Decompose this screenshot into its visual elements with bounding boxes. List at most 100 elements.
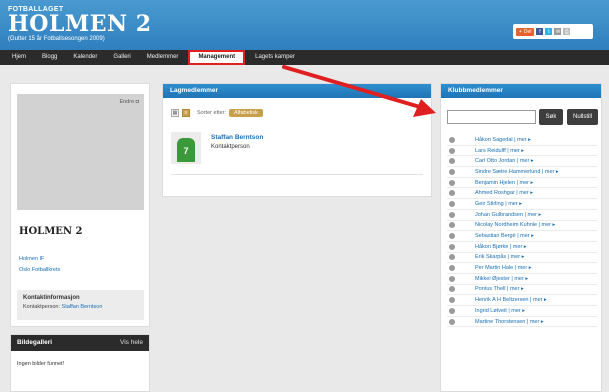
member-name-link[interactable]: Staffan Berntson: [211, 134, 263, 141]
club-member-link[interactable]: Ahmed Roshgar | mer ▸: [475, 190, 533, 196]
member-bullet-icon: [449, 297, 455, 304]
contact-info-box: Kontaktinformasjon Kontaktperson: Staffa…: [17, 290, 144, 320]
club-member-list: Håkon Sagedal | mer ▸ Lars Reidulff | me…: [447, 135, 597, 328]
list-item: Pontus Thell | mer ▸: [447, 285, 597, 296]
club-member-link[interactable]: Håkon Bjørke | mer ▸: [475, 244, 527, 250]
member-bullet-icon: [449, 243, 455, 250]
nav-item-lagets-kamper[interactable]: Lagets kamper: [247, 50, 303, 65]
member-bullet-icon: [449, 136, 455, 143]
list-item: Erik Skarpås | mer ▸: [447, 253, 597, 264]
share-button[interactable]: + Del: [516, 27, 535, 36]
list-item: Sebastian Bergé | mer ▸: [447, 231, 597, 242]
member-bullet-icon: [449, 265, 455, 272]
club-member-link[interactable]: Nicolay Nordheim Kuhnle | mer ▸: [475, 222, 555, 228]
contact-line: Kontaktperson: Staffan Berntson: [23, 304, 138, 310]
nav-item-management[interactable]: Management: [188, 50, 246, 65]
list-item: Per Martin Hale | mer ▸: [447, 263, 597, 274]
sort-alphabetical-button[interactable]: Alfabetisk: [229, 109, 263, 117]
club-member-link[interactable]: Mikkel Øjester | mer ▸: [475, 276, 528, 282]
member-bullet-icon: [449, 147, 455, 154]
member-search-input[interactable]: [447, 110, 536, 124]
member-bullet-icon: [449, 254, 455, 261]
list-item: Nicolay Nordheim Kuhnle | mer ▸: [447, 221, 597, 232]
list-item: Håkon Bjørke | mer ▸: [447, 242, 597, 253]
list-item: Henrik A H Beltzersen | mer ▸: [447, 295, 597, 306]
club-member-link[interactable]: Benjamin Hjelen | mer ▸: [475, 180, 533, 186]
facebook-icon[interactable]: f: [536, 28, 544, 35]
search-button[interactable]: Søk: [539, 109, 563, 125]
list-item: Håkon Sagedal | mer ▸: [447, 135, 597, 146]
club-members-title: Klubbmedlemmer: [441, 84, 601, 98]
share-label: Del: [523, 28, 532, 35]
nav-item-kalender[interactable]: Kalender: [65, 50, 105, 65]
sort-controls: ▦ ≡ Sorter etter: Alfabetisk: [171, 109, 263, 117]
club-member-link[interactable]: Håkon Sagedal | mer ▸: [475, 137, 531, 143]
club-member-link[interactable]: Martine Thorstensen | mer ▸: [475, 319, 544, 325]
member-bullet-icon: [449, 233, 455, 240]
nav-item-hjem[interactable]: Hjem: [4, 50, 34, 65]
edit-icon: ◘: [135, 99, 139, 105]
member-bullet-icon: [449, 179, 455, 186]
nav-item-medlemmer[interactable]: Medlemmer: [139, 50, 187, 65]
contact-person-link[interactable]: Staffan Berntson: [62, 304, 103, 310]
club-member-link[interactable]: Henrik A H Beltzersen | mer ▸: [475, 297, 547, 303]
member-avatar[interactable]: 7: [171, 132, 201, 164]
gallery-see-all-link[interactable]: Vis hele: [120, 335, 143, 351]
club-member-link[interactable]: Lars Reidulff | mer ▸: [475, 148, 524, 154]
list-item: Geir Stirling | mer ▸: [447, 199, 597, 210]
list-item: Mikkel Øjester | mer ▸: [447, 274, 597, 285]
gallery-panel: Bildegalleri Vis hele Ingen bilder funne…: [10, 334, 150, 392]
brand-subtitle: (Gutter 15 år Fotballsesongen 2009): [8, 36, 105, 42]
club-link[interactable]: Holmen IF: [19, 256, 44, 262]
list-item: Carl Otto Jordan | mer ▸: [447, 156, 597, 168]
list-item: Lars Reidulff | mer ▸: [447, 146, 597, 157]
member-bullet-icon: [449, 200, 455, 207]
contact-title: Kontaktinformasjon: [23, 295, 80, 301]
edit-label: Endre: [119, 99, 135, 105]
shirt-icon: 7: [177, 138, 195, 162]
member-bullet-icon: [449, 275, 455, 282]
gallery-empty-text: Ingen bilder funnet!: [17, 361, 65, 367]
print-icon[interactable]: ⎙: [563, 28, 571, 35]
sort-label: Sorter etter:: [197, 110, 227, 116]
member-bullet-icon: [449, 190, 455, 197]
club-member-link[interactable]: Carl Otto Jordan | mer ▸: [475, 158, 534, 164]
club-member-link[interactable]: Erik Skarpås | mer ▸: [475, 254, 524, 260]
club-member-link[interactable]: Ingrid Løtveit | mer ▸: [475, 308, 525, 314]
member-bullet-icon: [449, 211, 455, 218]
club-member-link[interactable]: Geir Stirling | mer ▸: [475, 201, 522, 207]
twitter-icon[interactable]: t: [545, 28, 553, 35]
club-member-link[interactable]: Johan Gulbrandsen | mer ▸: [475, 212, 541, 218]
team-members-title: Lagmedlemmer: [163, 84, 431, 98]
reset-button[interactable]: Nullstill: [567, 109, 598, 125]
member-role: Kontaktperson: [211, 144, 250, 150]
member-bullet-icon: [449, 307, 455, 314]
brand-title[interactable]: HOLMEN 2: [8, 13, 152, 35]
list-item: Ingrid Løtveit | mer ▸: [447, 306, 597, 317]
member-bullet-icon: [449, 168, 455, 175]
list-item: Sindre Sætre Hammerlund | mer ▸: [447, 167, 597, 178]
edit-photo-link[interactable]: Endre ◘: [119, 99, 139, 105]
list-item: Johan Gulbrandsen | mer ▸: [447, 210, 597, 221]
list-view-icon[interactable]: ≡: [182, 109, 190, 117]
email-icon[interactable]: ✉: [554, 28, 562, 35]
club-member-link[interactable]: Sebastian Bergé | mer ▸: [475, 233, 534, 239]
gallery-header: Bildegalleri Vis hele: [11, 335, 149, 351]
plus-icon: +: [519, 28, 522, 35]
main-nav: Hjem Blogg Kalender Galleri Medlemmer Ma…: [0, 50, 609, 65]
team-profile-panel: Endre ◘ HOLMEN 2 Holmen IF Oslo Fotballk…: [10, 83, 150, 327]
gallery-title: Bildegalleri: [17, 339, 53, 346]
grid-view-icon[interactable]: ▦: [171, 109, 179, 117]
member-bullet-icon: [449, 318, 455, 325]
club-member-link[interactable]: Pontus Thell | mer ▸: [475, 286, 524, 292]
nav-item-galleri[interactable]: Galleri: [105, 50, 138, 65]
share-bar: + Del f t ✉ ⎙: [513, 24, 593, 39]
club-member-link[interactable]: Per Martin Hale | mer ▸: [475, 265, 531, 271]
district-link[interactable]: Oslo Fotballkrets: [19, 267, 60, 273]
club-members-panel: Klubbmedlemmer Søk Nullstill Håkon Saged…: [440, 83, 602, 392]
club-member-link[interactable]: Sindre Sætre Hammerlund | mer ▸: [475, 169, 559, 175]
nav-item-blogg[interactable]: Blogg: [34, 50, 65, 65]
list-item: Martine Thorstensen | mer ▸: [447, 317, 597, 328]
member-bullet-icon: [449, 158, 455, 165]
divider: [171, 174, 423, 175]
